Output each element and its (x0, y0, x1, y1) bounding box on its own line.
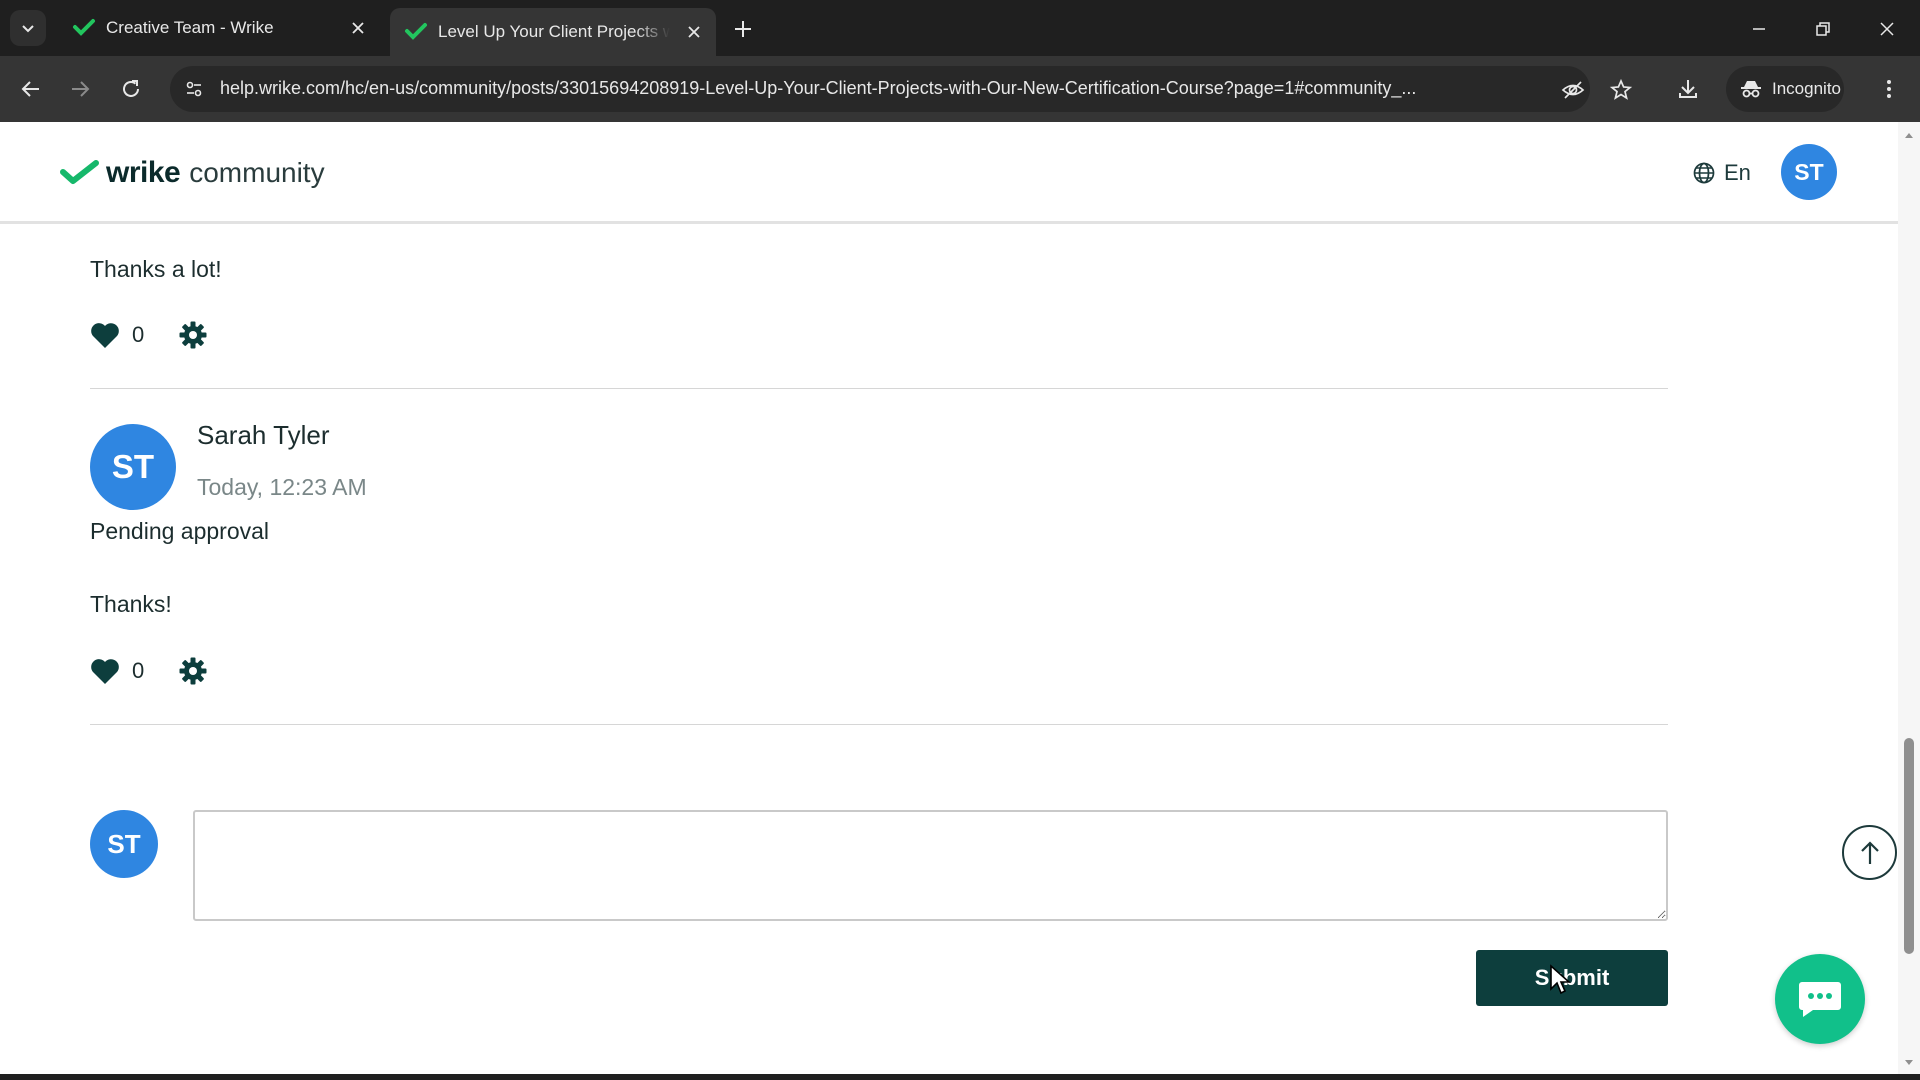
browser-tab-bar: Creative Team - Wrike Level Up Your Clie… (0, 0, 1920, 56)
plus-icon (735, 21, 751, 37)
reload-icon (123, 80, 139, 97)
comment-body: Thanks! (90, 591, 172, 617)
like-count: 0 (132, 322, 145, 347)
comment-actions: 0 (90, 656, 208, 686)
minimize-icon (1753, 28, 1765, 30)
incognito-label: Incognito (1772, 79, 1841, 98)
tab-level-up[interactable]: Level Up Your Client Projects w (390, 8, 716, 56)
comment-status: Pending approval (90, 518, 270, 544)
more-vertical-icon (1887, 80, 1891, 98)
window-bottom-edge (0, 1074, 1920, 1080)
comment-divider (90, 724, 1668, 725)
minimize-button[interactable] (1744, 14, 1774, 44)
heart-icon[interactable] (90, 321, 120, 349)
incognito-indicator[interactable]: Incognito (1726, 66, 1844, 112)
page-content: wrike community En ST Thanks a lot! 0 ST… (0, 122, 1898, 1080)
gear-icon[interactable] (178, 656, 208, 686)
gear-icon[interactable] (178, 320, 208, 350)
url-text[interactable]: help.wrike.com/hc/en-us/community/posts/… (220, 78, 1520, 99)
arrow-right-icon (72, 81, 90, 97)
bookmark-star-icon[interactable] (1608, 77, 1634, 103)
back-button[interactable] (14, 72, 48, 106)
new-tab-button[interactable] (728, 14, 758, 44)
restore-button[interactable] (1808, 14, 1838, 44)
comment-divider (90, 388, 1668, 389)
scroll-down-arrow-icon[interactable] (1904, 1058, 1914, 1068)
mouse-cursor-icon (1550, 964, 1571, 995)
eye-off-icon[interactable] (1560, 77, 1586, 103)
scroll-to-top-button[interactable] (1842, 825, 1897, 880)
close-tab-icon[interactable] (346, 16, 370, 40)
download-icon (1679, 80, 1697, 98)
logo-wordmark: wrike (106, 156, 181, 189)
globe-icon (1693, 162, 1715, 184)
address-bar[interactable]: help.wrike.com/hc/en-us/community/posts/… (170, 66, 1633, 112)
logo-subtitle: community (189, 157, 325, 188)
page-scrollbar[interactable] (1898, 122, 1920, 1080)
language-selector[interactable]: En (1692, 160, 1751, 186)
arrow-left-icon (21, 81, 39, 97)
wrike-favicon-icon (73, 19, 95, 36)
comment-body: Thanks a lot! (90, 256, 222, 282)
browser-menu-button[interactable] (1872, 72, 1906, 106)
comment-timestamp[interactable]: Today, 12:23 AM (197, 474, 367, 501)
site-info-icon[interactable] (182, 77, 206, 101)
wrike-favicon-icon (405, 23, 427, 40)
tab-search-button[interactable] (10, 10, 46, 46)
tab-title: Creative Team - Wrike (106, 18, 274, 37)
submit-button[interactable]: Submit (1476, 950, 1668, 1006)
reload-button[interactable] (114, 72, 148, 106)
close-window-button[interactable] (1872, 14, 1902, 44)
language-label: En (1724, 160, 1751, 185)
comment-actions: 0 (90, 320, 208, 350)
site-header: wrike community En ST (0, 122, 1898, 224)
comment-author-name[interactable]: Sarah Tyler (197, 420, 329, 451)
browser-toolbar: help.wrike.com/hc/en-us/community/posts/… (0, 56, 1920, 122)
heart-icon[interactable] (90, 657, 120, 685)
restore-icon (1816, 22, 1830, 36)
tab-creative-team[interactable]: Creative Team - Wrike (58, 8, 380, 48)
forward-button[interactable] (63, 72, 97, 106)
wrike-check-icon (60, 160, 99, 184)
arrow-up-icon (1860, 840, 1879, 864)
like-count: 0 (132, 658, 145, 683)
user-avatar-menu[interactable]: ST (1781, 144, 1837, 200)
close-icon (1880, 22, 1894, 36)
chat-widget-button[interactable] (1775, 954, 1865, 1044)
downloads-button[interactable] (1671, 72, 1705, 106)
tab-title: Level Up Your Client Projects w (438, 22, 670, 41)
scrollbar-thumb[interactable] (1904, 738, 1914, 954)
scroll-up-arrow-icon[interactable] (1904, 130, 1914, 140)
reply-textarea[interactable] (193, 810, 1668, 921)
close-tab-icon[interactable] (682, 20, 706, 44)
incognito-icon (1741, 81, 1761, 98)
wrike-community-logo[interactable]: wrike community (60, 156, 325, 190)
reply-user-avatar: ST (90, 810, 158, 878)
chat-bubble-icon (1799, 982, 1841, 1017)
comment-author-avatar[interactable]: ST (90, 424, 176, 510)
chevron-down-icon (22, 25, 34, 33)
